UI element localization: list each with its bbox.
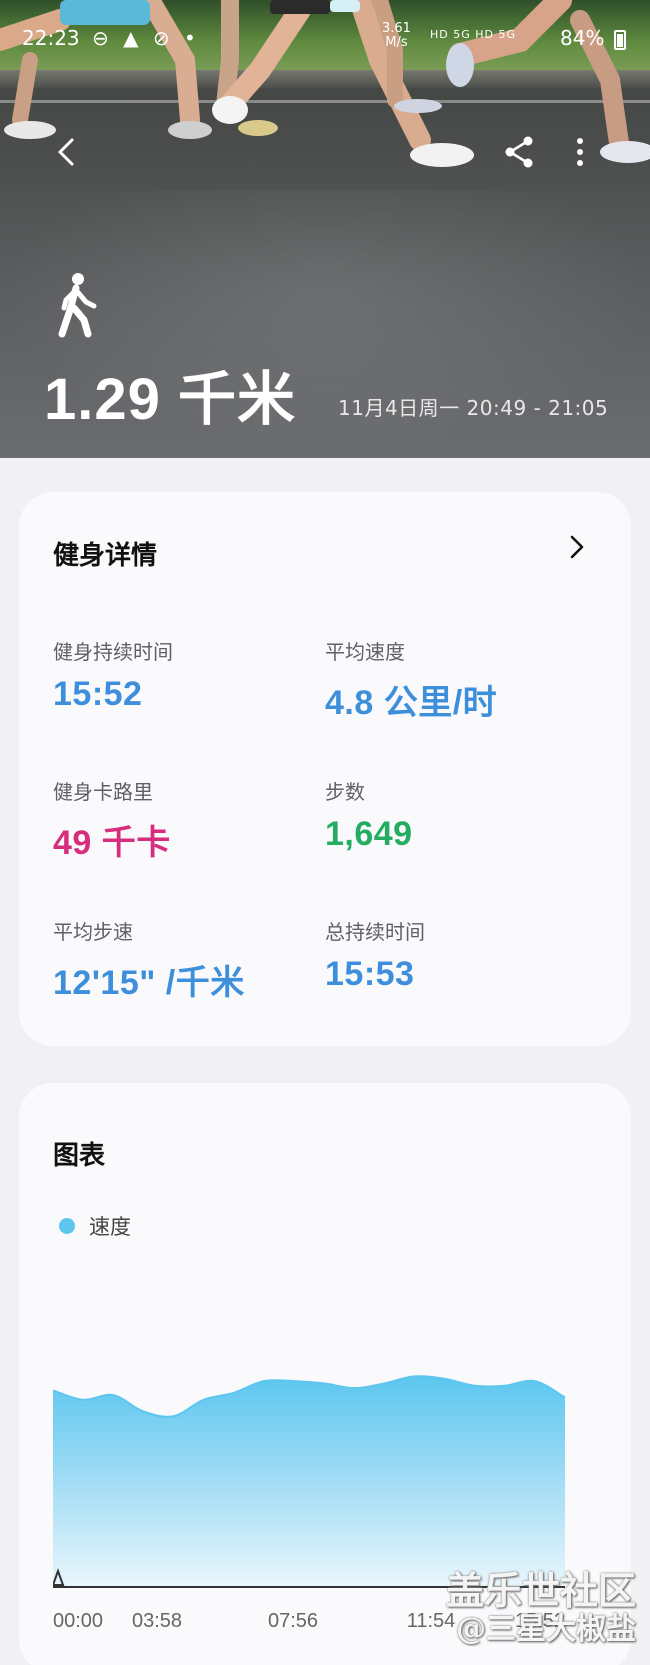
speed-area: [53, 1376, 565, 1587]
details-expand-button[interactable]: [561, 532, 591, 562]
metric-value: 1,649: [325, 815, 413, 853]
share-icon: [505, 136, 533, 168]
battery-icon: [614, 30, 626, 50]
status-time: 22:23: [22, 26, 80, 50]
chevron-left-icon: [58, 138, 74, 166]
chevron-right-icon: [570, 535, 584, 559]
metric-calories: 健身卡路里 49 千卡: [53, 776, 313, 864]
status-bar: 22:23 ⊖ ▲ ⊘ • 3.61 M/s HD 5G HD 5G 84%: [0, 22, 650, 56]
metric-value: 12'15" /千米: [53, 964, 245, 1002]
more-vertical-icon: [577, 138, 583, 166]
metric-label: 健身持续时间: [53, 640, 173, 664]
legend-dot-speed: [59, 1218, 75, 1234]
metric-label: 健身卡路里: [53, 780, 153, 804]
metric-value: 49 千卡: [53, 824, 171, 862]
total-distance: 1.29 千米: [44, 367, 296, 432]
metric-label: 平均速度: [325, 640, 405, 664]
status-notification-icons: ⊖ ▲ ⊘ •: [92, 26, 200, 50]
metric-average-speed: 平均速度 4.8 公里/时: [325, 636, 585, 724]
metric-label: 总持续时间: [325, 920, 425, 944]
metric-value: 15:52: [53, 675, 143, 713]
status-net-speed: 3.61 M/s: [382, 22, 411, 50]
metric-value: 15:53: [325, 955, 415, 993]
metric-label: 平均步速: [53, 920, 133, 944]
metric-average-pace: 平均步速 12'15" /千米: [53, 916, 313, 1004]
status-network-icons: HD 5G HD 5G: [430, 28, 517, 41]
details-card-title: 健身详情: [53, 541, 158, 571]
metric-label: 步数: [325, 780, 365, 804]
watermark-line1: 盖乐世社区: [445, 1567, 636, 1613]
watermark: 盖乐世社区 @三星大椒盐: [446, 1569, 636, 1647]
metric-value: 4.8 公里/时: [325, 684, 498, 722]
x-tick-label: 03:58: [132, 1610, 182, 1632]
status-net-speed-value: 3.61 M/s: [382, 21, 411, 50]
metric-workout-duration: 健身持续时间 15:52: [53, 636, 313, 714]
walking-person-icon: [58, 273, 97, 338]
chart-card-title: 图表: [53, 1141, 106, 1171]
metric-total-duration: 总持续时间 15:53: [325, 916, 585, 994]
back-button[interactable]: [46, 130, 90, 174]
x-tick-label: 07:56: [268, 1610, 318, 1632]
x-tick-label: 00:00: [53, 1610, 103, 1632]
workout-date-range: 11月4日周一 20:49 - 21:05: [338, 396, 609, 420]
share-button[interactable]: [498, 130, 542, 174]
watermark-line2: @三星大椒盐: [456, 1611, 636, 1647]
chart-legend: 速度: [59, 1211, 131, 1241]
status-battery-percent: 84%: [560, 26, 605, 50]
workout-details-card: 健身详情 健身持续时间 15:52 平均速度 4.8 公里/时 健身卡路里 49…: [19, 492, 631, 1046]
more-options-button[interactable]: [558, 130, 602, 174]
metric-steps: 步数 1,649: [325, 776, 585, 854]
legend-label-speed: 速度: [89, 1215, 131, 1239]
hero-banner: 22:23 ⊖ ▲ ⊘ • 3.61 M/s HD 5G HD 5G 84% 1…: [0, 0, 650, 458]
